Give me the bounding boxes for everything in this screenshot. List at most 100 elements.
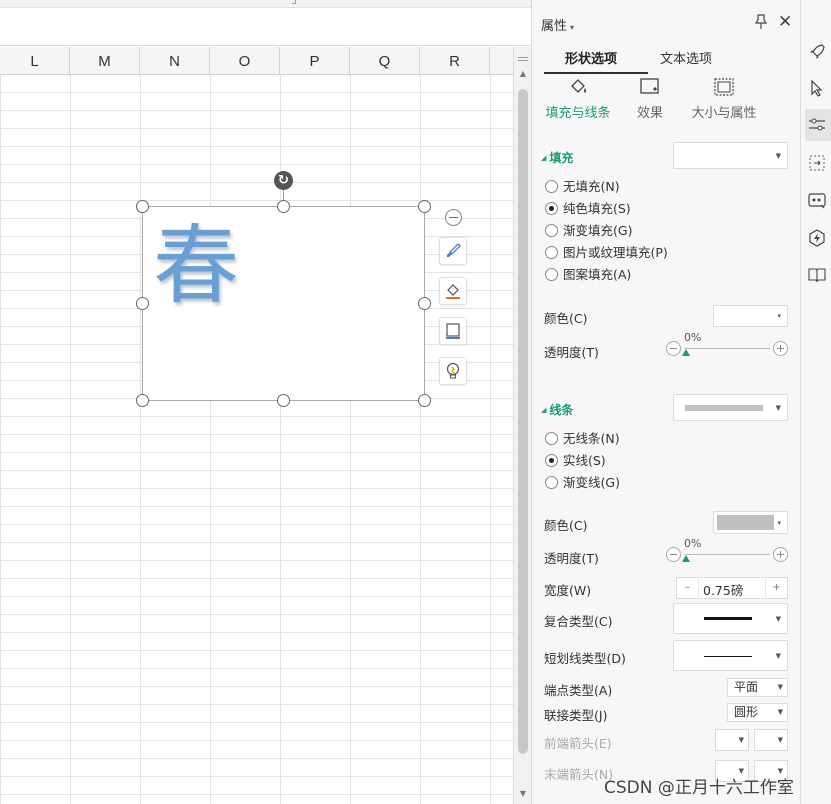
subtab-effects[interactable]: 效果 (630, 76, 670, 121)
collapse-tools-icon[interactable] (445, 209, 462, 226)
radio-button[interactable] (545, 268, 558, 281)
tab-shape-options[interactable]: 形状选项 (565, 48, 617, 72)
slider-knob[interactable] (682, 555, 690, 562)
panel-title[interactable]: 属性 ▾ (541, 15, 574, 34)
subtab-fill-and-line[interactable]: 填充与线条 (543, 76, 613, 121)
book-reader-icon[interactable] (807, 265, 827, 285)
radio-button[interactable] (545, 180, 558, 193)
line-section-header[interactable]: ◢ 线条 (541, 401, 573, 418)
chevron-down-icon: ▼ (777, 708, 783, 716)
shape-effects-button[interactable] (439, 357, 467, 385)
fill-transparency-slider[interactable]: 0% (666, 331, 788, 359)
fill-option-solid[interactable]: 纯色填充(S) (545, 199, 631, 219)
radio-button[interactable] (545, 224, 558, 237)
subtab-effects-label: 效果 (636, 106, 663, 121)
compound-type-dropdown[interactable]: ▼ (673, 603, 788, 634)
shape-fill-button[interactable] (439, 277, 467, 305)
style-palette-icon[interactable] (807, 191, 827, 211)
resize-handle-top-right[interactable] (418, 200, 431, 213)
scroll-up-icon[interactable]: ▲ (514, 69, 531, 78)
line-option-solid[interactable]: 实线(S) (545, 451, 606, 471)
line-transparency-slider[interactable]: 0% (666, 537, 788, 565)
join-type-dropdown[interactable]: 圆形 ▼ (727, 703, 788, 722)
column-header-q[interactable]: Q (350, 47, 420, 75)
collapse-triangle-icon: ◢ (541, 406, 547, 414)
resize-handle-top-left[interactable] (136, 200, 149, 213)
selected-textbox-shape[interactable]: 春 (142, 206, 425, 401)
line-width-stepper[interactable]: – 0.75磅 + (676, 577, 788, 599)
cell-grid[interactable] (0, 75, 513, 804)
subtab-size-label: 大小与属性 (691, 106, 757, 121)
minus-icon[interactable] (666, 547, 681, 562)
radio-button[interactable] (545, 476, 558, 489)
split-handle-icon[interactable] (518, 57, 528, 58)
radio-button-selected[interactable] (545, 202, 558, 215)
plus-icon[interactable] (773, 547, 788, 562)
column-header-l[interactable]: L (0, 47, 70, 75)
slider-track[interactable] (684, 554, 770, 555)
cursor-select-icon[interactable] (807, 78, 827, 98)
resize-handle-bottom-right[interactable] (418, 394, 431, 407)
chevron-down-icon: ▼ (775, 151, 781, 160)
column-header-p[interactable]: P (280, 47, 350, 75)
fill-bucket-icon (571, 79, 586, 93)
lightning-effects-icon[interactable] (807, 228, 827, 248)
minus-icon[interactable] (666, 341, 681, 356)
subtab-size-and-properties[interactable]: 大小与属性 (684, 76, 764, 121)
resize-handle-right[interactable] (418, 297, 431, 310)
scroll-thumb[interactable] (518, 89, 528, 754)
begin-arrow-type-dropdown[interactable]: ▼ (715, 729, 749, 751)
pin-icon[interactable] (754, 14, 768, 30)
dash-type-dropdown[interactable]: ▼ (673, 640, 788, 671)
fill-section-header[interactable]: ◢ 填充 (541, 149, 573, 166)
shape-text[interactable]: 春 (153, 211, 239, 321)
plus-icon[interactable] (773, 341, 788, 356)
resize-handle-left[interactable] (136, 297, 149, 310)
radio-button[interactable] (545, 432, 558, 445)
transform-icon[interactable] (807, 153, 827, 173)
fill-option-none-label: 无填充(N) (563, 179, 620, 194)
fill-preset-dropdown[interactable]: ▼ (673, 142, 788, 169)
shape-outline-button[interactable] (439, 317, 467, 345)
close-icon[interactable]: ✕ (778, 12, 792, 32)
line-option-gradient[interactable]: 渐变线(G) (545, 473, 620, 493)
radio-button-selected[interactable] (545, 454, 558, 467)
fill-color-picker[interactable]: ▾ (713, 305, 788, 327)
column-header-o[interactable]: O (210, 47, 280, 75)
column-headers: L M N O P Q R (0, 47, 513, 75)
line-width-value[interactable]: 0.75磅 (703, 580, 743, 599)
slider-knob[interactable] (682, 349, 690, 356)
resize-handle-top[interactable] (277, 200, 290, 213)
cap-type-dropdown[interactable]: 平面 ▼ (727, 678, 788, 697)
column-header-n[interactable]: N (140, 47, 210, 75)
fill-section-title: 填充 (549, 151, 574, 165)
spreadsheet-area[interactable]: L M N O P Q R ▲ ▼ ↻ 春 (0, 0, 531, 804)
rotate-handle-icon[interactable]: ↻ (274, 171, 293, 190)
line-color-picker[interactable]: ▾ (713, 511, 788, 534)
task-pane-strip (800, 0, 831, 804)
slider-track[interactable] (684, 348, 770, 349)
tab-text-options[interactable]: 文本选项 (660, 48, 712, 72)
fill-option-none[interactable]: 无填充(N) (545, 177, 620, 197)
begin-arrow-size-dropdown[interactable]: ▼ (754, 729, 788, 751)
column-header-m[interactable]: M (70, 47, 140, 75)
column-header-r[interactable]: R (420, 47, 490, 75)
rocket-icon[interactable] (807, 42, 827, 62)
scroll-down-icon[interactable]: ▼ (514, 789, 531, 798)
increment-icon[interactable]: + (765, 578, 787, 598)
fill-option-pattern[interactable]: 图案填充(A) (545, 265, 631, 285)
brush-icon (447, 243, 461, 257)
shape-style-button[interactable] (439, 237, 467, 265)
line-option-none[interactable]: 无线条(N) (545, 429, 620, 449)
sheet-vertical-scrollbar[interactable]: ▲ ▼ (513, 47, 531, 804)
formula-bar[interactable] (0, 8, 531, 46)
fill-option-picture[interactable]: 图片或纹理填充(P) (545, 243, 668, 263)
decrement-icon[interactable]: – (677, 578, 699, 598)
properties-panel: 属性 ▾ ✕ 形状选项 文本选项 填充与线条 效果 大小与属性 ◢ 填充 ▼ 无… (531, 0, 800, 804)
line-preset-dropdown[interactable]: ▼ (673, 394, 788, 421)
properties-sliders-icon[interactable] (807, 115, 827, 135)
radio-button[interactable] (545, 246, 558, 259)
resize-handle-bottom[interactable] (277, 394, 290, 407)
resize-handle-bottom-left[interactable] (136, 394, 149, 407)
fill-option-gradient[interactable]: 渐变填充(G) (545, 221, 632, 241)
